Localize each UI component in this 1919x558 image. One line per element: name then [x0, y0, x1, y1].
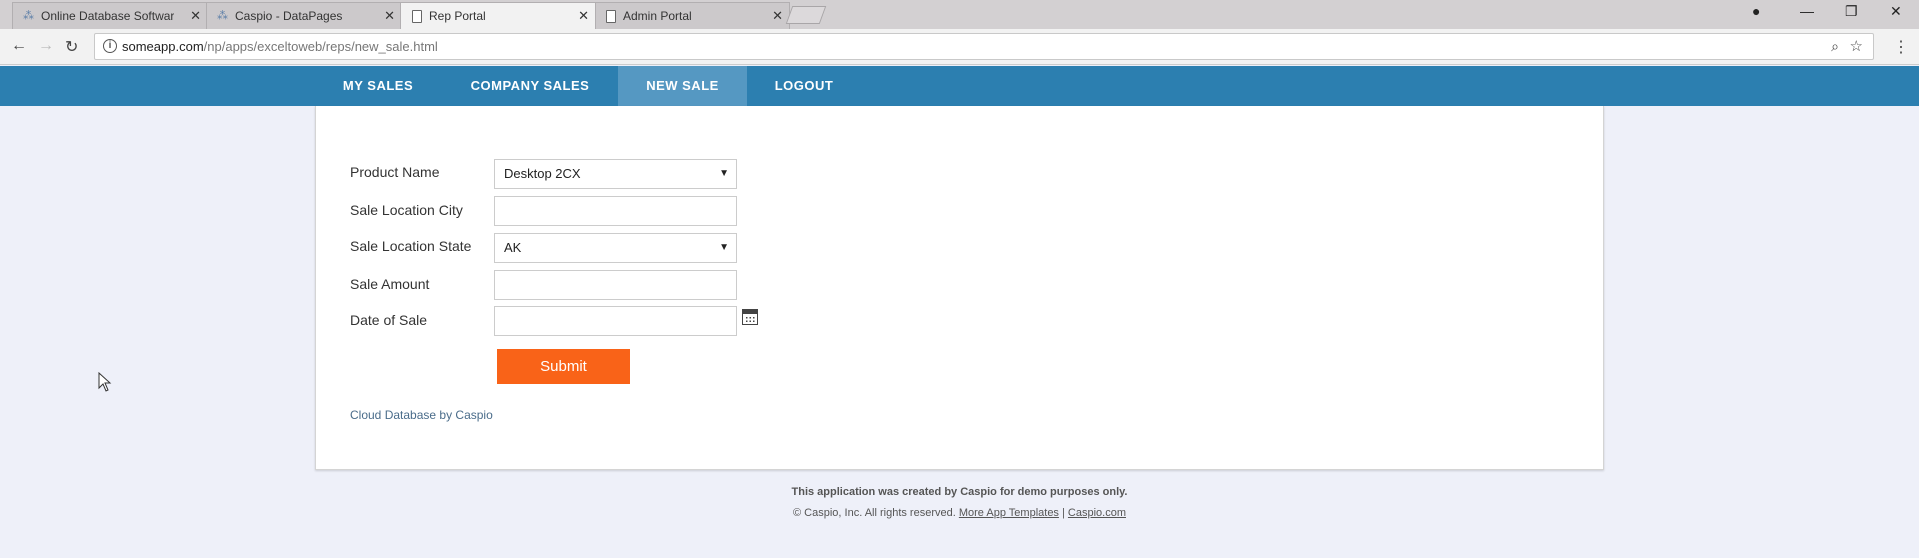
- browser-menu-icon[interactable]: ⋮: [1893, 37, 1909, 57]
- caspio-credit-link[interactable]: Cloud Database by Caspio: [350, 408, 493, 422]
- sale-city-input[interactable]: [494, 196, 737, 226]
- sale-state-select[interactable]: AK ▼: [494, 233, 737, 263]
- nav-logout[interactable]: LOGOUT: [760, 66, 848, 106]
- tab-rep-portal[interactable]: Rep Portal ✕: [400, 2, 596, 29]
- url-text: someapp.com/np/apps/exceltoweb/reps/new_…: [122, 39, 438, 54]
- date-of-sale-input[interactable]: [494, 306, 737, 336]
- address-bar[interactable]: i someapp.com/np/apps/exceltoweb/reps/ne…: [94, 33, 1874, 60]
- footer-copyright: © Caspio, Inc. All rights reserved. More…: [793, 507, 1126, 519]
- browser-tab-strip: ⁂ Online Database Softwar ✕ ⁂ Caspio - D…: [0, 0, 1919, 29]
- product-name-select[interactable]: Desktop 2CX ▼: [494, 159, 737, 189]
- tab-title: Caspio - DataPages: [235, 9, 343, 23]
- window-close-icon[interactable]: ✕: [1890, 3, 1902, 20]
- footer-disclaimer: This application was created by Caspio f…: [791, 486, 1128, 498]
- dropdown-arrow-icon: ▼: [719, 242, 729, 253]
- nav-new-sale[interactable]: NEW SALE: [618, 66, 747, 106]
- page-icon: [412, 10, 422, 23]
- close-icon[interactable]: ✕: [578, 8, 589, 24]
- tab-title: Admin Portal: [623, 9, 692, 23]
- sale-amount-input[interactable]: [494, 270, 737, 300]
- caspio-com-link[interactable]: Caspio.com: [1068, 507, 1126, 519]
- product-name-value: Desktop 2CX: [504, 166, 581, 181]
- profile-icon[interactable]: ●: [1752, 3, 1760, 19]
- new-sale-form-card: Product Name Desktop 2CX ▼ Sale Location…: [315, 106, 1604, 470]
- tab-caspio-datapages[interactable]: ⁂ Caspio - DataPages ✕: [206, 2, 402, 29]
- forward-icon[interactable]: →: [38, 37, 54, 55]
- close-icon[interactable]: ✕: [190, 8, 201, 24]
- page-icon: [606, 10, 616, 23]
- mouse-cursor-icon: [98, 372, 112, 392]
- nav-my-sales[interactable]: MY SALES: [323, 66, 433, 106]
- back-icon[interactable]: ←: [11, 37, 27, 55]
- tab-title: Rep Portal: [429, 9, 486, 23]
- nav-company-sales[interactable]: COMPANY SALES: [450, 66, 610, 106]
- close-icon[interactable]: ✕: [772, 8, 783, 24]
- sale-state-label: Sale Location State: [350, 238, 472, 254]
- caspio-icon: ⁂: [23, 10, 34, 22]
- zoom-icon[interactable]: ⌕: [1831, 38, 1839, 55]
- minimize-icon[interactable]: —: [1800, 3, 1814, 19]
- app-nav-bar: MY SALES COMPANY SALES NEW SALE LOGOUT: [0, 66, 1919, 106]
- more-app-templates-link[interactable]: More App Templates: [959, 507, 1059, 519]
- dropdown-arrow-icon: ▼: [719, 168, 729, 179]
- new-tab-button[interactable]: [785, 6, 827, 24]
- sale-amount-label: Sale Amount: [350, 276, 430, 292]
- submit-button[interactable]: Submit: [497, 349, 630, 384]
- caspio-icon: ⁂: [217, 10, 228, 22]
- sale-state-value: AK: [504, 240, 522, 255]
- close-icon[interactable]: ✕: [384, 8, 395, 24]
- bookmark-star-icon[interactable]: ☆: [1850, 37, 1863, 55]
- tab-admin-portal[interactable]: Admin Portal ✕: [594, 2, 790, 29]
- browser-toolbar: ← → ↻ i someapp.com/np/apps/exceltoweb/r…: [0, 29, 1919, 65]
- restore-icon[interactable]: ❐: [1845, 3, 1858, 20]
- product-name-label: Product Name: [350, 164, 440, 180]
- tab-title: Online Database Softwar: [41, 9, 175, 23]
- reload-icon[interactable]: ↻: [65, 37, 78, 57]
- info-icon[interactable]: i: [103, 39, 117, 53]
- tab-online-database[interactable]: ⁂ Online Database Softwar ✕: [12, 2, 208, 29]
- calendar-icon[interactable]: [742, 309, 758, 325]
- date-of-sale-label: Date of Sale: [350, 312, 428, 328]
- sale-city-label: Sale Location City: [350, 202, 463, 218]
